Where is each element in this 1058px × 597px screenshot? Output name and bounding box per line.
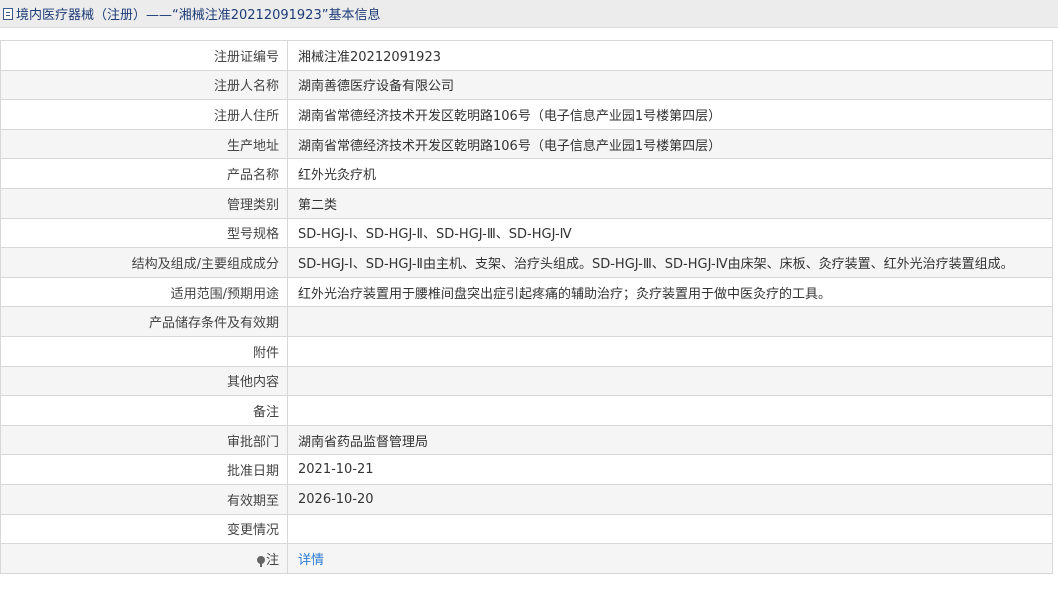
table-row: 生产地址 湖南省常德经济技术开发区乾明路106号（电子信息产业园1号楼第四层） (0, 128, 1053, 160)
table-row: 结构及组成/主要组成成分 SD-HGJ-Ⅰ、SD-HGJ-Ⅱ由主机、支架、治疗头… (0, 247, 1053, 278)
row-value: 湖南省常德经济技术开发区乾明路106号（电子信息产业园1号楼第四层） (287, 128, 1053, 160)
table-row: 适用范围/预期用途 红外光治疗装置用于腰椎间盘突出症引起疼痛的辅助治疗；灸疗装置… (0, 276, 1053, 308)
row-label: 型号规格 (0, 217, 288, 249)
table-row: 产品名称 红外光灸疗机 (0, 158, 1053, 189)
table-row: 变更情况 (0, 513, 1053, 545)
row-value (287, 365, 1053, 397)
row-label: 备注 (0, 395, 288, 426)
table-row: 有效期至 2026-10-20 (0, 483, 1053, 515)
row-label: 审批部门 (0, 424, 288, 456)
table-row: 注册证编号 湘械注准20212091923 (0, 40, 1053, 71)
row-label: 注册证编号 (0, 40, 288, 71)
row-value: 红外光灸疗机 (287, 158, 1053, 189)
row-label: 管理类别 (0, 187, 288, 219)
row-value: 红外光治疗装置用于腰椎间盘突出症引起疼痛的辅助治疗；灸疗装置用于做中医灸疗的工具… (287, 276, 1053, 308)
details-link[interactable]: 详情 (298, 553, 324, 568)
note-label-cell: 注 (0, 543, 288, 574)
row-value (287, 513, 1053, 545)
table-row: 注册人住所 湖南省常德经济技术开发区乾明路106号（电子信息产业园1号楼第四层） (0, 99, 1053, 130)
document-icon (3, 7, 13, 20)
row-label: 适用范围/预期用途 (0, 276, 288, 308)
table-row: 批准日期 2021-10-21 (0, 454, 1053, 485)
page-header: 境内医疗器械（注册）——“湘械注准20212091923”基本信息 (0, 0, 1058, 28)
row-value (287, 395, 1053, 426)
table-row: 其他内容 (0, 365, 1053, 397)
row-label: 产品储存条件及有效期 (0, 306, 288, 337)
note-label: 注 (265, 552, 279, 568)
row-label: 批准日期 (0, 454, 288, 485)
row-label: 有效期至 (0, 483, 288, 515)
row-label: 注册人名称 (0, 69, 288, 101)
row-label: 附件 (0, 335, 288, 367)
row-value: 湖南省药品监督管理局 (287, 424, 1053, 456)
pin-icon (256, 555, 265, 567)
row-value (287, 335, 1053, 367)
row-value: 第二类 (287, 187, 1053, 219)
row-value: 湖南省常德经济技术开发区乾明路106号（电子信息产业园1号楼第四层） (287, 99, 1053, 130)
row-label: 注册人住所 (0, 99, 288, 130)
row-value (287, 306, 1053, 337)
note-value-cell: 详情 (287, 543, 1053, 574)
row-value: 2026-10-20 (287, 483, 1053, 515)
table-row: 管理类别 第二类 (0, 187, 1053, 219)
row-value: 湘械注准20212091923 (287, 40, 1053, 71)
page-title: 境内医疗器械（注册）——“湘械注准20212091923”基本信息 (16, 8, 381, 23)
row-value: 湖南善德医疗设备有限公司 (287, 69, 1053, 101)
table-row: 注册人名称 湖南善德医疗设备有限公司 (0, 69, 1053, 101)
info-table: 注册证编号 湘械注准20212091923 注册人名称 湖南善德医疗设备有限公司… (0, 40, 1053, 574)
row-value: 2021-10-21 (287, 454, 1053, 485)
row-value: SD-HGJ-Ⅰ、SD-HGJ-Ⅱ由主机、支架、治疗头组成。SD-HGJ-Ⅲ、S… (287, 247, 1053, 278)
note-row: 注 详情 (0, 543, 1053, 574)
table-row: 附件 (0, 335, 1053, 367)
row-label: 变更情况 (0, 513, 288, 545)
row-label: 产品名称 (0, 158, 288, 189)
table-row: 产品储存条件及有效期 (0, 306, 1053, 337)
table-row: 备注 (0, 395, 1053, 426)
row-label: 其他内容 (0, 365, 288, 397)
table-row: 审批部门 湖南省药品监督管理局 (0, 424, 1053, 456)
row-label: 生产地址 (0, 128, 288, 160)
table-row: 型号规格 SD-HGJ-Ⅰ、SD-HGJ-Ⅱ、SD-HGJ-Ⅲ、SD-HGJ-Ⅳ (0, 217, 1053, 249)
row-value: SD-HGJ-Ⅰ、SD-HGJ-Ⅱ、SD-HGJ-Ⅲ、SD-HGJ-Ⅳ (287, 217, 1053, 249)
row-label: 结构及组成/主要组成成分 (0, 247, 288, 278)
